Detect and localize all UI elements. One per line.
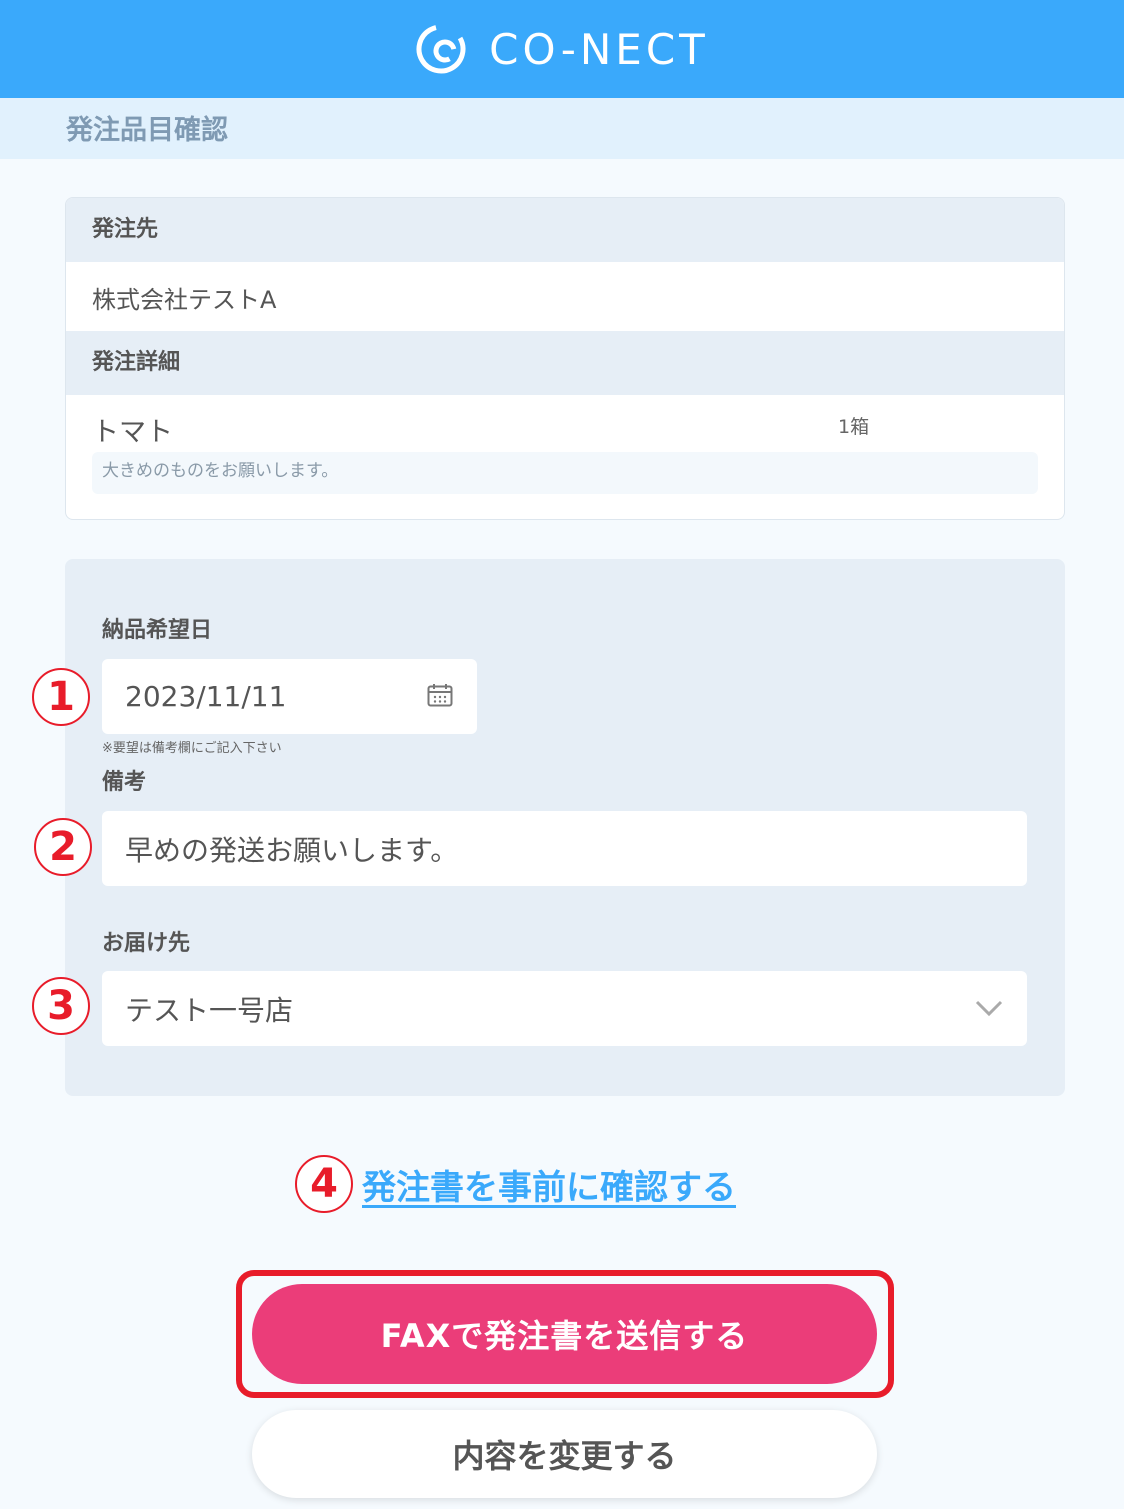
delivery-date-label: 納品希望日 bbox=[102, 618, 213, 643]
annotation-marker-3: 3 bbox=[32, 977, 90, 1035]
item-quantity: 1箱 bbox=[838, 416, 870, 438]
destination-select[interactable]: テスト一号店 bbox=[102, 971, 1027, 1046]
supplier-header: 発注先 bbox=[66, 198, 1064, 262]
logo-icon bbox=[416, 24, 466, 74]
item-name: トマト bbox=[92, 417, 173, 448]
app-header: CO-NECT bbox=[0, 0, 1124, 98]
logo-text: CO-NECT bbox=[489, 24, 709, 74]
destination-value: テスト一号店 bbox=[125, 993, 294, 1027]
annotation-marker-2: 2 bbox=[34, 818, 92, 876]
delivery-date-input[interactable]: 2023/11/11 bbox=[102, 659, 477, 734]
logo: CO-NECT bbox=[415, 23, 709, 75]
preview-order-link[interactable]: 発注書を事前に確認する bbox=[362, 1160, 736, 1209]
details-header: 発注詳細 bbox=[66, 331, 1064, 395]
remarks-label: 備考 bbox=[102, 770, 147, 795]
destination-label: お届け先 bbox=[102, 931, 191, 956]
annotation-marker-4: 4 bbox=[295, 1155, 353, 1213]
chevron-down-icon bbox=[975, 1000, 1003, 1017]
delivery-date-value: 2023/11/11 bbox=[125, 680, 287, 713]
send-fax-button[interactable]: FAXで発注書を送信する bbox=[252, 1284, 877, 1384]
supplier-name: 株式会社テストA bbox=[92, 286, 277, 314]
page-title: 発注品目確認 bbox=[66, 115, 228, 146]
order-summary-card: 発注先 株式会社テストA 発注詳細 トマト 1箱 大きめのものをお願いします。 bbox=[65, 197, 1065, 520]
annotation-marker-1: 1 bbox=[32, 668, 90, 726]
calendar-icon[interactable] bbox=[427, 683, 453, 707]
edit-order-button[interactable]: 内容を変更する bbox=[252, 1410, 877, 1498]
remarks-input[interactable]: 早めの発送お願いします。 bbox=[102, 811, 1027, 886]
remarks-hint: ※要望は備考欄にご記入下さい bbox=[102, 741, 282, 756]
remarks-value: 早めの発送お願いします。 bbox=[125, 833, 459, 867]
item-note: 大きめのものをお願いします。 bbox=[92, 452, 1038, 494]
